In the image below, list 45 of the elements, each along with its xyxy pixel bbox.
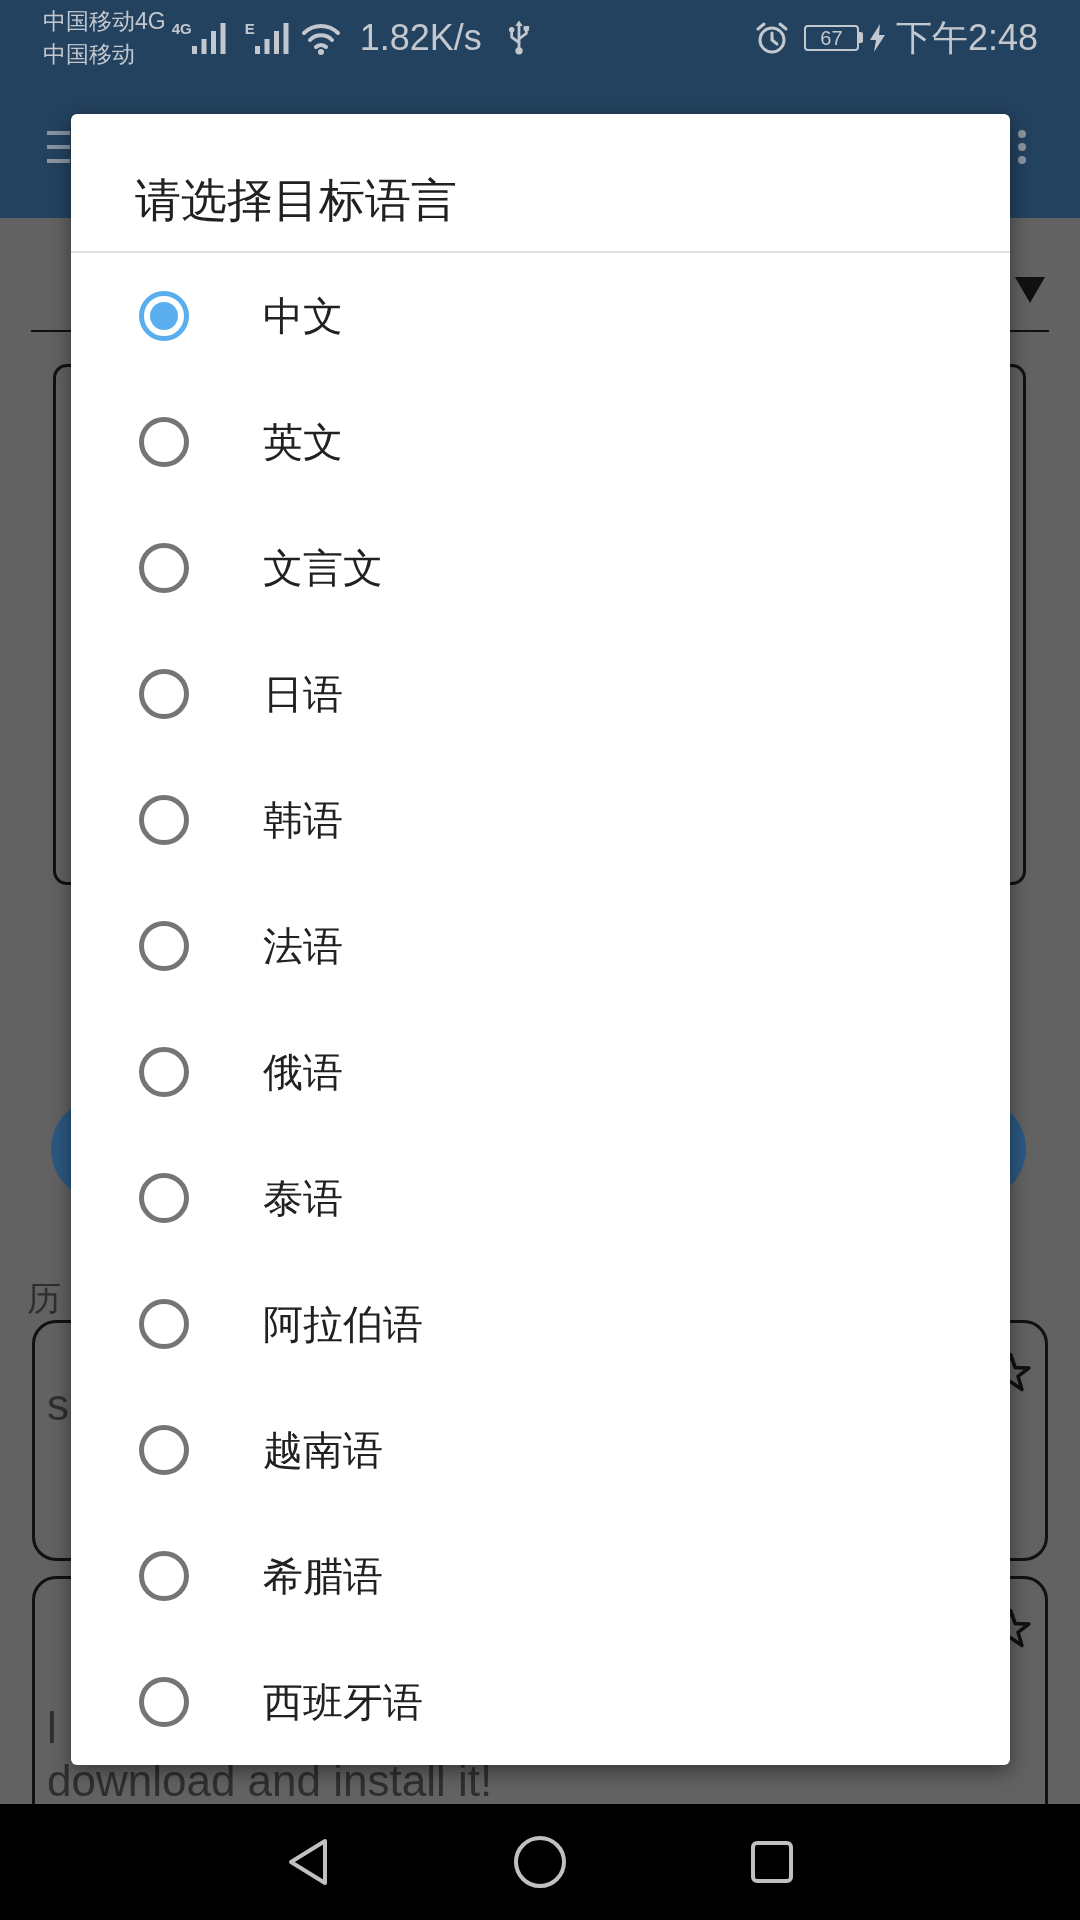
network-speed: 1.82K/s bbox=[359, 17, 482, 58]
carrier-name: 中国移动 bbox=[43, 39, 135, 69]
language-option[interactable]: 法语 bbox=[71, 883, 1010, 1009]
radio-button[interactable] bbox=[139, 1551, 189, 1601]
language-option[interactable]: 希腊语 bbox=[71, 1513, 1010, 1639]
signal-bars-icon bbox=[254, 23, 289, 54]
radio-button[interactable] bbox=[139, 1047, 189, 1097]
radio-button[interactable] bbox=[139, 1299, 189, 1349]
radio-button[interactable] bbox=[139, 1677, 189, 1727]
language-option[interactable]: 中文 bbox=[71, 253, 1010, 379]
language-option[interactable]: 俄语 bbox=[71, 1009, 1010, 1135]
battery-indicator: 67 bbox=[803, 24, 863, 51]
radio-button[interactable] bbox=[139, 921, 189, 971]
more-options-icon[interactable] bbox=[1018, 129, 1026, 164]
language-option[interactable]: 越南语 bbox=[71, 1387, 1010, 1513]
language-option[interactable]: 英文 bbox=[71, 379, 1010, 505]
carrier-name: 中国移动4G bbox=[43, 6, 166, 36]
language-option[interactable]: 文言文 bbox=[71, 505, 1010, 631]
usb-icon bbox=[507, 19, 530, 56]
charging-bolt-icon bbox=[869, 23, 885, 52]
radio-button[interactable] bbox=[139, 291, 189, 341]
language-option[interactable]: 日语 bbox=[71, 631, 1010, 757]
home-button[interactable] bbox=[514, 1836, 566, 1888]
language-option[interactable]: 西班牙语 bbox=[71, 1639, 1010, 1765]
star-icon[interactable] bbox=[1010, 1351, 1031, 1392]
star-icon[interactable] bbox=[1010, 1607, 1031, 1648]
network-type-label: 4G bbox=[171, 21, 192, 36]
recent-apps-button[interactable] bbox=[751, 1841, 793, 1883]
language-option[interactable]: 韩语 bbox=[71, 757, 1010, 883]
dialog-title: 请选择目标语言 bbox=[135, 173, 457, 227]
network-type-label: E bbox=[244, 21, 255, 36]
back-button[interactable] bbox=[287, 1837, 329, 1887]
language-option[interactable]: 泰语 bbox=[71, 1135, 1010, 1261]
menu-icon[interactable] bbox=[47, 130, 70, 163]
radio-button[interactable] bbox=[139, 795, 189, 845]
radio-button[interactable] bbox=[139, 1173, 189, 1223]
status-time: 下午2:48 bbox=[895, 17, 1038, 58]
radio-button[interactable] bbox=[139, 543, 189, 593]
alarm-clock-icon bbox=[754, 20, 789, 55]
radio-button[interactable] bbox=[139, 417, 189, 467]
dropdown-caret-icon[interactable] bbox=[1015, 277, 1045, 303]
signal-bars-icon bbox=[191, 23, 226, 54]
radio-button[interactable] bbox=[139, 1425, 189, 1475]
radio-button[interactable] bbox=[139, 669, 189, 719]
language-option[interactable]: 阿拉伯语 bbox=[71, 1261, 1010, 1387]
